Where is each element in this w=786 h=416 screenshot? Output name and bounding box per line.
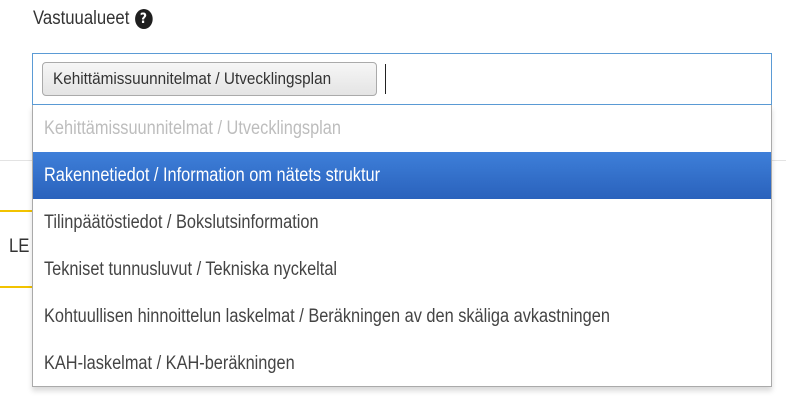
field-label: Vastuualueet ? [33,8,153,30]
option-label: Kohtuullisen hinnoittelun laskelmat / Be… [44,305,610,327]
field-label-text: Vastuualueet [33,8,130,29]
option-label: Tekniset tunnusluvut / Tekniska nyckelta… [44,258,338,280]
option-item[interactable]: Tekniset tunnusluvut / Tekniska nyckelta… [33,246,771,293]
question-circle-icon[interactable]: ? [134,9,153,29]
option-label: Rakennetiedot / Information om nätets st… [44,164,381,186]
option-item[interactable]: Rakennetiedot / Information om nätets st… [33,152,771,199]
selected-chip[interactable]: Kehittämissuunnitelmat / Utvecklingsplan [42,62,377,96]
option-item[interactable]: KAH-laskelmat / KAH-beräkningen [33,340,771,387]
dropdown-results: Kehittämissuunnitelmat / Utvecklingsplan… [32,105,772,387]
option-item[interactable]: Kohtuullisen hinnoittelun laskelmat / Be… [33,293,771,340]
option-item[interactable]: Tilinpäätöstiedot / Bokslutsinformation [33,199,771,246]
background-accent-line [0,210,34,212]
option-label: Tilinpäätöstiedot / Bokslutsinformation [44,211,319,233]
search-input[interactable] [384,64,586,94]
background-accent-line [0,286,34,288]
option-label: Kehittämissuunnitelmat / Utvecklingsplan [44,117,341,139]
multiselect-box[interactable]: Kehittämissuunnitelmat / Utvecklingsplan [32,53,772,105]
background-text-fragment: LE [9,236,30,257]
option-label: KAH-laskelmat / KAH-beräkningen [44,352,295,374]
selected-chip-label: Kehittämissuunnitelmat / Utvecklingsplan [53,69,332,88]
option-item: Kehittämissuunnitelmat / Utvecklingsplan [33,105,771,152]
